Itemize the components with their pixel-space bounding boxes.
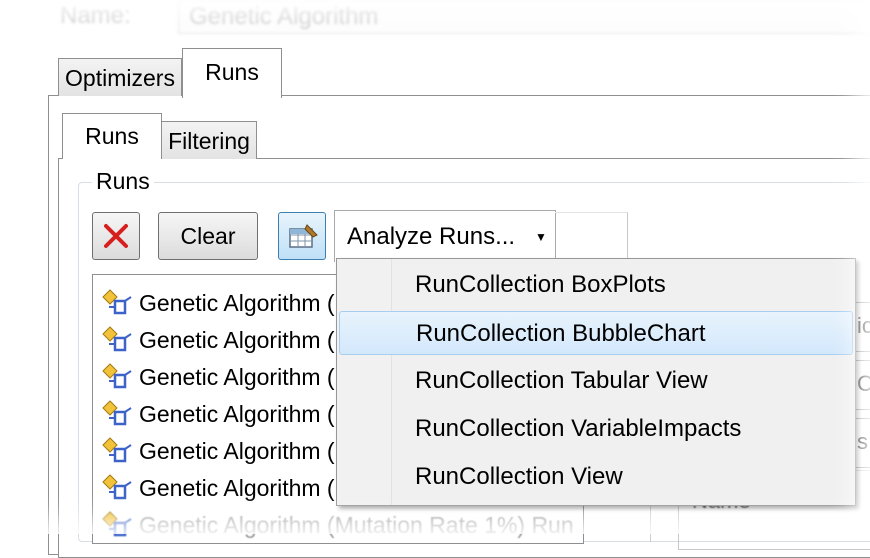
delete-button[interactable] [92,212,140,260]
analyze-runs-label: Analyze Runs... [347,223,516,250]
delete-x-icon [104,224,128,248]
name-field-value: Genetic Algorithm [189,3,379,30]
name-label: Name: [60,2,131,29]
run-icon [102,437,132,463]
run-icon [102,289,132,315]
menu-item-label: RunCollection Tabular View [415,367,708,394]
right-control-1-text: ic [857,313,870,338]
outer-tab-strip: Optimizers Runs [52,48,870,98]
run-label: Genetic Algorithm ( [139,364,335,390]
run-icon [102,511,132,537]
table-wrench-icon [289,224,318,248]
tab-filtering[interactable]: Filtering [161,121,257,159]
analyze-runs-dropdown[interactable]: Analyze Runs... ▼ [334,210,556,262]
name-row: Name: Genetic Algorithm [58,0,870,34]
menu-item-view[interactable]: RunCollection View [339,455,853,499]
tab-runs-outer[interactable]: Runs [182,48,282,98]
run-icon [102,326,132,352]
run-icon [102,474,132,500]
right-control-2-text: C [857,371,870,396]
toolbar-extension [555,212,628,259]
analyze-runs-menu: RunCollection BoxPlots RunCollection Bub… [336,258,856,506]
run-label: Genetic Algorithm ( [139,327,335,353]
chevron-down-icon: ▼ [535,230,547,244]
clear-button[interactable]: Clear [158,212,258,260]
tab-runs-inner[interactable]: Runs [62,113,162,159]
list-item[interactable]: Genetic Algorithm (Mutation Rate 1%) Run [101,507,581,543]
run-icon [102,363,132,389]
run-label: Genetic Algorithm ( [139,401,335,427]
tab-optimizers[interactable]: Optimizers [58,58,182,96]
collect-parameters-button[interactable] [278,212,326,260]
menu-item-label: RunCollection BoxPlots [415,271,666,298]
menu-item-boxplots[interactable]: RunCollection BoxPlots [339,263,853,307]
menu-item-variable-impacts[interactable]: RunCollection VariableImpacts [339,407,853,451]
menu-item-bubblechart[interactable]: RunCollection BubbleChart [339,311,853,355]
run-label: Genetic Algorithm ( [139,438,335,464]
run-label: Genetic Algorithm ( [139,290,335,316]
run-icon [102,400,132,426]
right-control-3-text: s [857,429,868,454]
name-field[interactable]: Genetic Algorithm [178,0,870,34]
menu-item-tabular-view[interactable]: RunCollection Tabular View [339,359,853,403]
menu-item-label: RunCollection BubbleChart [416,320,706,347]
run-label: Genetic Algorithm ( [139,475,335,501]
menu-item-label: RunCollection VariableImpacts [415,415,742,442]
runs-group-title: Runs [92,168,154,195]
run-label: Genetic Algorithm (Mutation Rate 1%) Run [139,512,574,538]
menu-item-label: RunCollection View [415,463,623,490]
